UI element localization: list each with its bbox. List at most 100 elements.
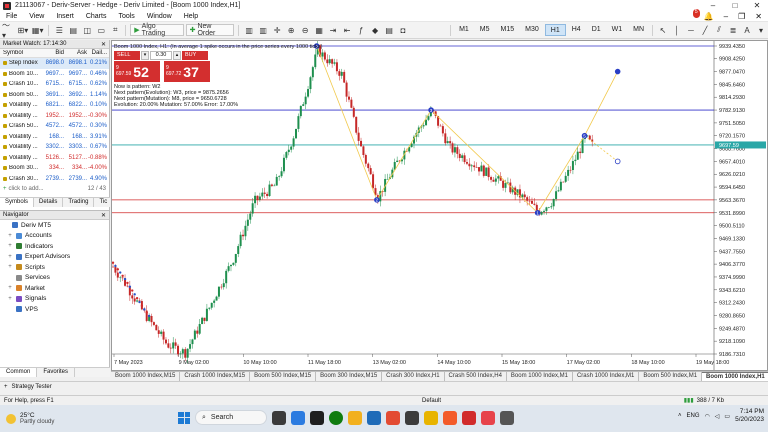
buy-price-box[interactable]: 9 697.72 37 — [164, 61, 210, 82]
tab-common[interactable]: Common — [0, 368, 38, 377]
templates-icon[interactable]: ▤ — [383, 24, 395, 37]
navigator-item[interactable]: + Expert Advisors — [0, 252, 109, 263]
data-window-icon[interactable]: ▤ — [67, 24, 79, 37]
col-daily[interactable]: Dail... — [87, 50, 109, 56]
navigator-item[interactable]: + Scripts — [0, 262, 109, 273]
col-bid[interactable]: Bid — [40, 50, 64, 56]
market-watch-row[interactable]: Volatility ... 1952... 1952... -0.30% — [0, 111, 109, 122]
bell-icon[interactable]: 🔔 — [704, 12, 714, 21]
timeframe-m30[interactable]: M30 — [520, 24, 544, 36]
start-icon[interactable] — [178, 411, 190, 424]
expand-icon[interactable]: + — [7, 233, 13, 239]
market-watch-row[interactable]: Boom 10... 9697... 9697... 0.46% — [0, 69, 109, 80]
child-minimize-icon[interactable]: – — [724, 12, 728, 21]
market-watch-row[interactable]: Crash 10... 6715... 6715... 0.62% — [0, 79, 109, 90]
search-box[interactable]: ⌕ Search — [195, 410, 267, 425]
zoom-out-icon[interactable]: ⊖ — [299, 24, 311, 37]
new-order-button[interactable]: ✚ New Order — [185, 23, 235, 37]
navigator-item[interactable]: + Accounts — [0, 231, 109, 242]
market-watch-row[interactable]: Crash 30... 2739... 2739... 4.90% — [0, 174, 109, 185]
maximize-icon[interactable]: □ — [724, 0, 746, 11]
chart-type-icon[interactable]: 〜▾ — [1, 21, 15, 40]
text-tool-icon[interactable]: A — [741, 24, 753, 37]
market-watch-row[interactable]: Step Index 8698.0 8698.1 0.21% — [0, 58, 109, 69]
zoom-in-icon[interactable]: ⊕ — [285, 24, 297, 37]
market-watch-row[interactable]: Boom 50... 3691... 3692... 1.14% — [0, 90, 109, 101]
add-chart-icon[interactable]: ⊞▾ — [17, 24, 29, 37]
clock[interactable]: 7:14 PM 5/20/2023 — [735, 408, 764, 424]
lot-input[interactable]: 0.30 — [150, 51, 172, 60]
chevron-up-icon[interactable]: ˄ — [678, 413, 682, 419]
timeframe-h1[interactable]: H1 — [544, 24, 566, 36]
fibo-icon[interactable]: ≣ — [727, 24, 739, 37]
app-icon[interactable] — [310, 410, 324, 425]
menu-view[interactable]: View — [23, 13, 50, 20]
timeframe-h4[interactable]: H4 — [567, 24, 586, 36]
timeframe-m1[interactable]: M1 — [454, 24, 474, 36]
chart-tab[interactable]: Boom 500 Index,M15 — [250, 372, 317, 381]
mt5-icon[interactable] — [462, 410, 476, 425]
file-explorer-icon[interactable] — [348, 410, 362, 425]
navigator-item[interactable]: + Signals — [0, 294, 109, 305]
widgets-icon[interactable] — [291, 410, 305, 425]
expand-icon[interactable]: + — [7, 285, 13, 291]
indicators-icon[interactable]: ƒ — [355, 24, 367, 37]
market-watch-icon[interactable]: ☰ — [53, 24, 65, 37]
chart-tab[interactable]: Crash 500 Index,H4 — [445, 372, 507, 381]
timeframe-w1[interactable]: W1 — [607, 24, 628, 36]
navigator-item[interactable]: + Indicators — [0, 241, 109, 252]
volume-icon[interactable]: ◁ — [715, 413, 720, 420]
timeframe-m15[interactable]: M15 — [496, 24, 520, 36]
autoscroll-icon[interactable]: ⇥ — [327, 24, 339, 37]
chart-window[interactable]: 9939.4350 9908.4250 9877.0470 9845.6460 9814… — [111, 40, 768, 371]
chart-tab[interactable]: Boom 500 Index,M1 — [639, 372, 703, 381]
channel-icon[interactable]: ⫽ — [713, 24, 725, 37]
chart-tab[interactable]: Crash 1000 Index,M15 — [180, 372, 251, 381]
wifi-icon[interactable]: ◠ — [705, 413, 710, 420]
shapes-icon[interactable]: ▾ — [755, 24, 767, 37]
market-watch-row[interactable]: Volatility ... 6821... 6822... 0.10% — [0, 100, 109, 111]
tab-symbols[interactable]: Symbols — [0, 198, 35, 207]
status-profile[interactable]: Default — [422, 398, 441, 404]
col-ask[interactable]: Ask — [64, 50, 87, 56]
expand-icon[interactable]: + — [7, 254, 13, 260]
menu-tools[interactable]: Tools — [112, 13, 140, 20]
objects-icon[interactable]: ◆ — [369, 24, 381, 37]
battery-icon[interactable]: ▭ — [724, 413, 730, 420]
close-icon[interactable]: ✕ — [746, 0, 768, 11]
child-restore-icon[interactable]: ❐ — [738, 12, 745, 21]
weather-widget[interactable]: 25°C Partly cloudy — [0, 412, 140, 425]
navigator-item[interactable]: VPS — [0, 304, 109, 315]
chart-tab[interactable]: Boom 1000 Index,M1 — [507, 372, 573, 381]
menu-window[interactable]: Window — [141, 13, 178, 20]
terminal-icon[interactable]: ▭ — [95, 24, 107, 37]
expand-icon[interactable]: + — [7, 296, 13, 302]
market-watch-row[interactable]: Volatility ... 5126... 5127... -0.88% — [0, 153, 109, 164]
tab-details[interactable]: Details — [34, 198, 64, 207]
app-icon[interactable] — [500, 410, 514, 425]
navigator-item[interactable]: + Market — [0, 283, 109, 294]
chart-tab[interactable]: Boom 300 Index,M15 — [316, 372, 383, 381]
algo-trading-button[interactable]: ▶ Algo Trading — [130, 23, 184, 37]
bars-down-icon[interactable]: ▥ — [257, 24, 269, 37]
timeframe-mn[interactable]: MN — [628, 24, 649, 36]
market-watch-row[interactable]: Volatility ... 3302... 3303... 0.67% — [0, 142, 109, 153]
tab-trading[interactable]: Trading — [63, 198, 95, 207]
strategy-tester-bar[interactable]: + Strategy Tester — [0, 381, 768, 391]
market-watch-row[interactable]: Boom 30... 334... 334... -4.00% — [0, 163, 109, 174]
language-indicator[interactable]: ENG — [687, 413, 700, 419]
xbox-icon[interactable] — [329, 410, 343, 425]
trendline-icon[interactable]: ╱ — [699, 24, 711, 37]
bars-up-icon[interactable]: ▥ — [243, 24, 255, 37]
chart-tab[interactable]: Crash 1000 Index,M1 — [573, 372, 640, 381]
tester-icon[interactable]: ⌗ — [109, 24, 121, 37]
chart-tab[interactable]: Boom 1000 Index,H1 — [702, 372, 768, 381]
cursor-icon[interactable]: ↖ — [657, 24, 669, 37]
hline-icon[interactable]: ─ — [685, 24, 697, 37]
lot-increase-icon[interactable]: ▴ — [173, 51, 181, 60]
sell-price-box[interactable]: 9 697.59 52 — [114, 61, 160, 82]
layout-icon[interactable]: ▦▾ — [31, 24, 44, 37]
edge-icon[interactable] — [367, 410, 381, 425]
chart-tab[interactable]: Boom 1000 Index,M15 — [111, 372, 181, 381]
grid-icon[interactable]: ▦ — [313, 24, 325, 37]
